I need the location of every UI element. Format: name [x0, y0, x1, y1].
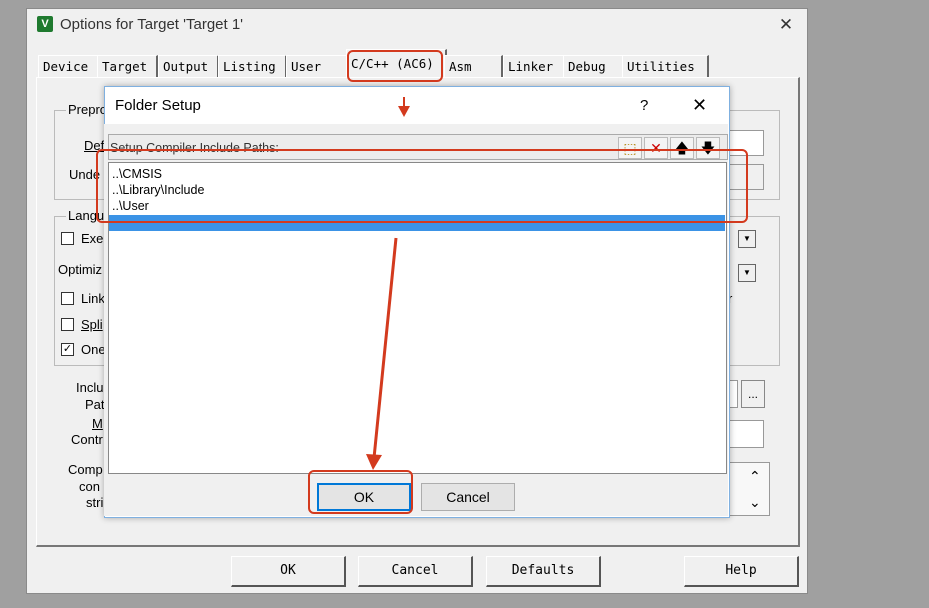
- arrow-head-1: [398, 106, 410, 117]
- arrow-head-2: [366, 454, 382, 470]
- arrow-line-2: [372, 237, 398, 459]
- annotation-arrows: [366, 97, 410, 470]
